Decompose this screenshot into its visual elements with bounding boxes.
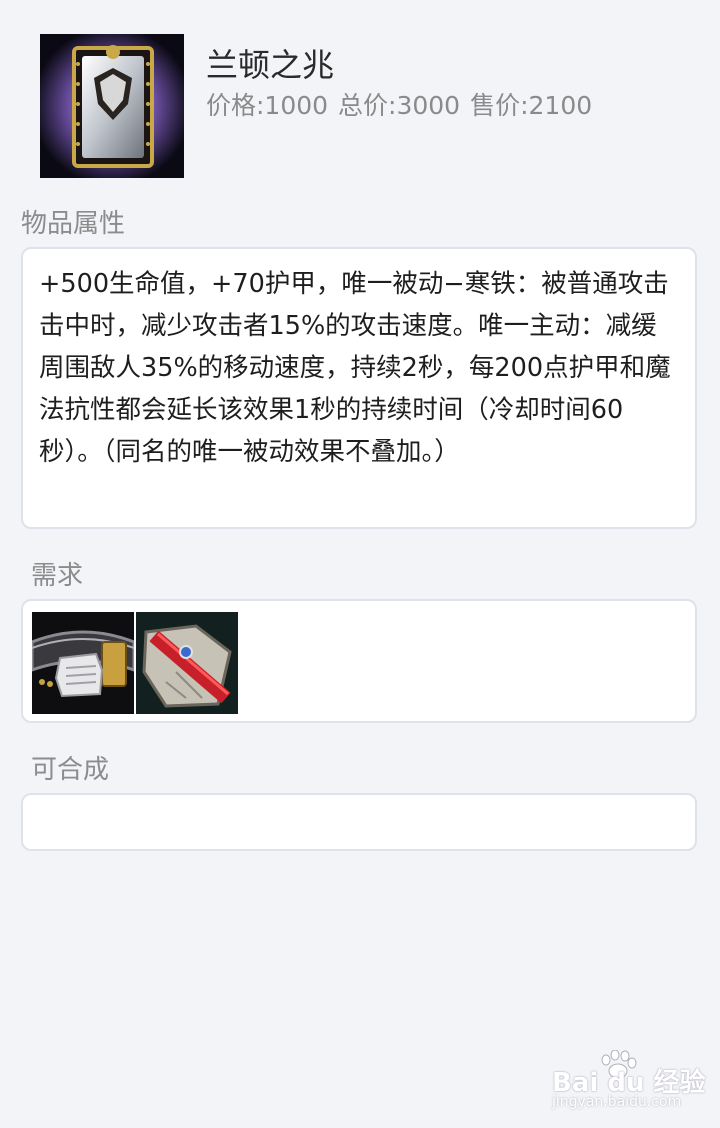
requirements-section-title: 需求 (31, 561, 84, 591)
item-name: 兰顿之兆 (206, 46, 335, 84)
requirements-panel (21, 599, 697, 723)
price-value: 价格:1000 (206, 91, 329, 120)
builds-into-section-title: 可合成 (31, 755, 110, 785)
attributes-section-title: 物品属性 (21, 209, 126, 239)
builds-into-panel (21, 793, 697, 851)
total-price-value: 总价:3000 (338, 91, 461, 120)
watermark-url: jingyan.baidu.com (552, 1094, 682, 1110)
giants-belt-icon[interactable] (30, 612, 136, 714)
item-prices: 价格:1000 总价:3000 售价:2100 (206, 86, 602, 122)
baidu-jingyan-watermark: Bai du 经验 jingyan.baidu.com (552, 1050, 706, 1120)
attributes-panel: +500生命值，+70护甲，唯一被动−寒铁：被普通攻击击中时，减少攻击者15%的… (21, 247, 697, 529)
warden-mail-icon[interactable] (136, 612, 238, 714)
item-icon (40, 34, 184, 178)
sell-price-value: 售价:2100 (470, 91, 593, 120)
item-description: +500生命值，+70护甲，唯一被动−寒铁：被普通攻击击中时，减少攻击者15%的… (39, 269, 671, 467)
